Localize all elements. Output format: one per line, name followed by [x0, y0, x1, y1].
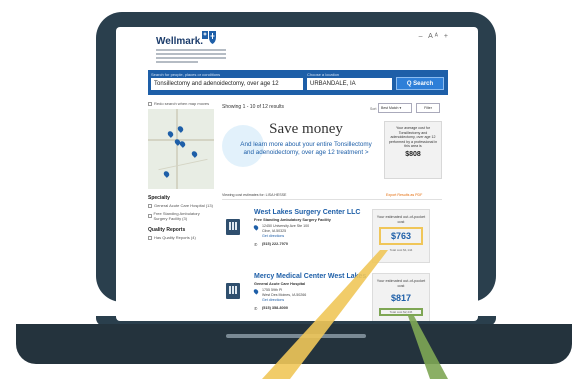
cost-label: Your estimated out-of-pocket cost — [376, 215, 426, 224]
cost-label: Your estimated out-of-pocket cost — [376, 279, 426, 288]
average-cost-text: Your average cost for Tonsillectomy and … — [388, 126, 438, 149]
building-icon — [226, 219, 240, 235]
filter-button[interactable]: Filter — [416, 103, 440, 113]
average-cost-amount: $808 — [405, 150, 421, 158]
map-pin-icon[interactable] — [162, 170, 171, 178]
facility-address: 1755 59th Pl West Des Moines, IA 50266 — [262, 288, 307, 297]
sort-value: Best Match — [381, 106, 399, 110]
facility-name-link[interactable]: West Lakes Surgery Center LLC — [254, 209, 360, 216]
cost-estimate-box: Your estimated out-of-pocket cost $817 T… — [372, 273, 430, 321]
redo-search-label: Redo search when map moves — [154, 101, 210, 106]
quality-filter-checkbox[interactable]: Has Quality Reports (4) — [148, 235, 214, 240]
sort-select[interactable]: Best Match ▾ — [378, 103, 412, 113]
total-cost: Total cost $1,144 — [389, 247, 413, 252]
cost-estimate-box: Your estimated out-of-pocket cost $763 T… — [372, 209, 430, 263]
out-of-pocket-cost: $763 — [379, 226, 423, 245]
location-pin-icon — [252, 288, 260, 295]
out-of-pocket-cost: $817 — [390, 292, 412, 303]
map-pin-icon[interactable] — [178, 140, 187, 148]
facility-name-link[interactable]: Mercy Medical Center West Lakes — [254, 273, 366, 280]
result-card: West Lakes Surgery Center LLC Free Stand… — [222, 209, 442, 273]
sort-label: Sort — [370, 107, 377, 111]
quality-filter-label: Has Quality Reports (4) — [154, 235, 196, 240]
brand-logo-text[interactable]: Wellmark. — [156, 36, 203, 47]
specialty-filter-label: Free Standing Ambulatory Surgery Facilit… — [153, 211, 200, 221]
laptop-illustration: Wellmark. – Aᴬ + Search for people, plac… — [0, 0, 582, 379]
directions-link[interactable]: Get directions — [262, 234, 284, 238]
total-cost: Total cost $2,446 — [379, 307, 423, 316]
brand-fine-print — [156, 49, 226, 65]
location-input[interactable]: URBANDALE, IA — [307, 78, 392, 90]
phone-icon: ✆ — [254, 242, 258, 247]
specialty-filter-checkbox[interactable]: General Acute Care Hospital (13) — [148, 203, 214, 208]
results-count: Showing 1 - 10 of 12 results — [222, 104, 284, 110]
search-input[interactable]: Tonsillectomy and adenoidectomy, over ag… — [151, 78, 303, 90]
specialty-filter-checkbox[interactable]: Free Standing Ambulatory Surgery Facilit… — [148, 211, 214, 221]
promo-title: Save money — [269, 121, 343, 137]
location-label: Choose a location — [307, 72, 340, 77]
directions-link[interactable]: Get directions — [262, 298, 284, 302]
export-pdf-link[interactable]: Export Results as PDF — [386, 193, 422, 197]
viewing-estimates-text: Viewing cost estimates for: LISA HESSE — [222, 193, 287, 197]
redo-search-checkbox[interactable]: Redo search when map moves — [148, 101, 214, 106]
search-button[interactable]: Q Search — [396, 77, 444, 90]
facility-address: 12450 University Ave Ste 100 Clive, IA 5… — [262, 224, 310, 233]
quality-reports-heading: Quality Reports — [148, 227, 186, 233]
laptop-base — [16, 324, 572, 364]
location-pin-icon — [252, 224, 260, 231]
result-card: Mercy Medical Center West Lakes General … — [222, 273, 442, 321]
map-pin-icon[interactable] — [190, 150, 199, 158]
site-header: Wellmark. – Aᴬ + — [116, 27, 478, 69]
divider — [222, 199, 442, 200]
facility-phone[interactable]: (515) 222-7970 — [262, 242, 288, 246]
search-bar: Search for people, places or conditions … — [148, 70, 448, 95]
chevron-down-icon: ▾ — [399, 106, 402, 110]
map-pin-icon[interactable] — [166, 130, 175, 138]
results-map[interactable] — [148, 109, 214, 189]
facility-type: Free Standing Ambulatory Surgery Facilit… — [254, 218, 331, 222]
specialty-filter-label: General Acute Care Hospital (13) — [154, 203, 213, 208]
promo-link[interactable]: And learn more about your entire Tonsill… — [236, 141, 376, 157]
brand-cross-shield-icon — [202, 31, 216, 44]
text-size-controls[interactable]: – Aᴬ + — [419, 33, 450, 40]
save-money-promo[interactable]: Save money And learn more about your ent… — [222, 119, 372, 185]
facility-type: General Acute Care Hospital — [254, 282, 306, 286]
phone-icon: ✆ — [254, 306, 258, 311]
specialty-heading: Specialty — [148, 195, 170, 201]
laptop-hinge — [226, 334, 366, 338]
query-label: Search for people, places or conditions — [151, 72, 221, 77]
building-icon — [226, 283, 240, 299]
sidebar: Redo search when map moves Specialty Gen… — [148, 101, 214, 243]
laptop-screen: Wellmark. – Aᴬ + Search for people, plac… — [116, 27, 478, 321]
average-cost-box: Your average cost for Tonsillectomy and … — [384, 121, 442, 179]
facility-phone[interactable]: (515) 358-8000 — [262, 306, 288, 310]
